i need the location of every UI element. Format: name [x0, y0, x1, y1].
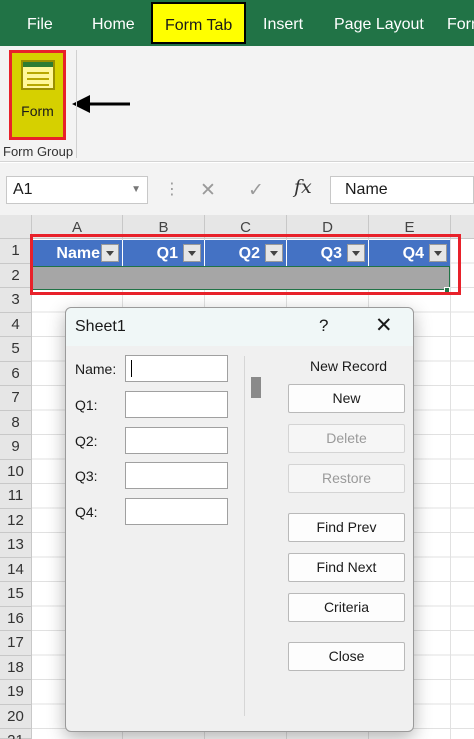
row-header[interactable]: 19 [0, 680, 32, 705]
formula-bar: A1 ▼ ⋮ ✕ ✓ fx Name [0, 163, 474, 215]
row-header[interactable]: 20 [0, 704, 32, 729]
new-button[interactable]: New [288, 384, 405, 413]
row-header[interactable]: 2 [0, 263, 32, 288]
row-header[interactable]: 10 [0, 459, 32, 484]
row-header[interactable]: 11 [0, 484, 32, 509]
name-box[interactable]: A1 ▼ [6, 176, 148, 204]
dialog-divider [244, 356, 245, 716]
tab-file[interactable]: File [27, 0, 53, 46]
tab-home[interactable]: Home [92, 0, 135, 46]
row-header[interactable]: 5 [0, 337, 32, 362]
row-header[interactable]: 8 [0, 410, 32, 435]
select-all-corner[interactable] [0, 215, 32, 239]
close-button[interactable]: Close [288, 642, 405, 671]
formula-input[interactable]: Name [330, 176, 474, 204]
data-form-dialog: Sheet1 ? ✕ Name: Q1: Q2: Q3: Q4: New Rec… [65, 307, 414, 732]
row-header[interactable]: 17 [0, 631, 32, 656]
field-label-name: Name: [75, 361, 117, 377]
record-scrollbar[interactable] [251, 377, 261, 398]
fx-icon[interactable]: fx [294, 176, 312, 198]
row-header[interactable]: 7 [0, 386, 32, 411]
row-header[interactable]: 13 [0, 533, 32, 558]
field-label-q2: Q2: [75, 433, 98, 449]
ribbon-tab-bar: File Home Form Tab Insert Page Layout Fo… [0, 0, 474, 46]
cancel-icon[interactable]: ✕ [200, 179, 216, 202]
group-label: Form Group [3, 144, 74, 159]
row-header[interactable]: 6 [0, 361, 32, 386]
q1-field[interactable] [125, 391, 228, 418]
namebox-dropdown-icon[interactable]: ▼ [131, 177, 141, 203]
dialog-title: Sheet1 [75, 318, 126, 335]
close-icon[interactable]: ✕ [375, 313, 393, 338]
record-status: New Record [310, 358, 388, 374]
row-header[interactable]: 9 [0, 435, 32, 460]
q3-field[interactable] [125, 462, 228, 489]
row-header[interactable]: 16 [0, 606, 32, 631]
restore-button[interactable]: Restore [288, 464, 405, 493]
name-field[interactable] [125, 355, 228, 382]
find-prev-button[interactable]: Find Prev [288, 513, 405, 542]
annotation-highlight [30, 234, 461, 295]
row-header[interactable]: 14 [0, 557, 32, 582]
text-cursor [131, 360, 132, 377]
field-label-q1: Q1: [75, 397, 98, 413]
criteria-button[interactable]: Criteria [288, 593, 405, 622]
q4-field[interactable] [125, 498, 228, 525]
find-next-button[interactable]: Find Next [288, 553, 405, 582]
field-label-q4: Q4: [75, 504, 98, 520]
enter-icon[interactable]: ✓ [248, 179, 264, 202]
form-button[interactable]: Form [9, 50, 66, 140]
row-header[interactable]: 1 [0, 239, 32, 264]
formula-bar-grip-icon: ⋮ [164, 181, 182, 198]
tab-form[interactable]: Form Tab [151, 2, 247, 44]
help-icon[interactable]: ? [319, 316, 328, 336]
delete-button[interactable]: Delete [288, 424, 405, 453]
ribbon: Form Form Group [0, 46, 474, 162]
tab-page-layout[interactable]: Page Layout [334, 0, 424, 46]
group-divider [76, 50, 77, 158]
arrow-left-icon [72, 95, 130, 113]
row-header[interactable]: 18 [0, 655, 32, 680]
tab-formulas[interactable]: Form [447, 0, 474, 46]
dialog-titlebar[interactable]: Sheet1 ? ✕ [66, 308, 413, 346]
q2-field[interactable] [125, 427, 228, 454]
name-box-value: A1 [13, 181, 33, 198]
row-header[interactable]: 12 [0, 508, 32, 533]
row-header[interactable]: 15 [0, 582, 32, 607]
tab-insert[interactable]: Insert [263, 0, 303, 46]
row-header[interactable]: 4 [0, 312, 32, 337]
row-header[interactable]: 21 [0, 729, 32, 739]
form-button-label: Form [21, 103, 54, 119]
form-icon [21, 60, 55, 90]
field-label-q3: Q3: [75, 468, 98, 484]
row-header[interactable]: 3 [0, 288, 32, 313]
